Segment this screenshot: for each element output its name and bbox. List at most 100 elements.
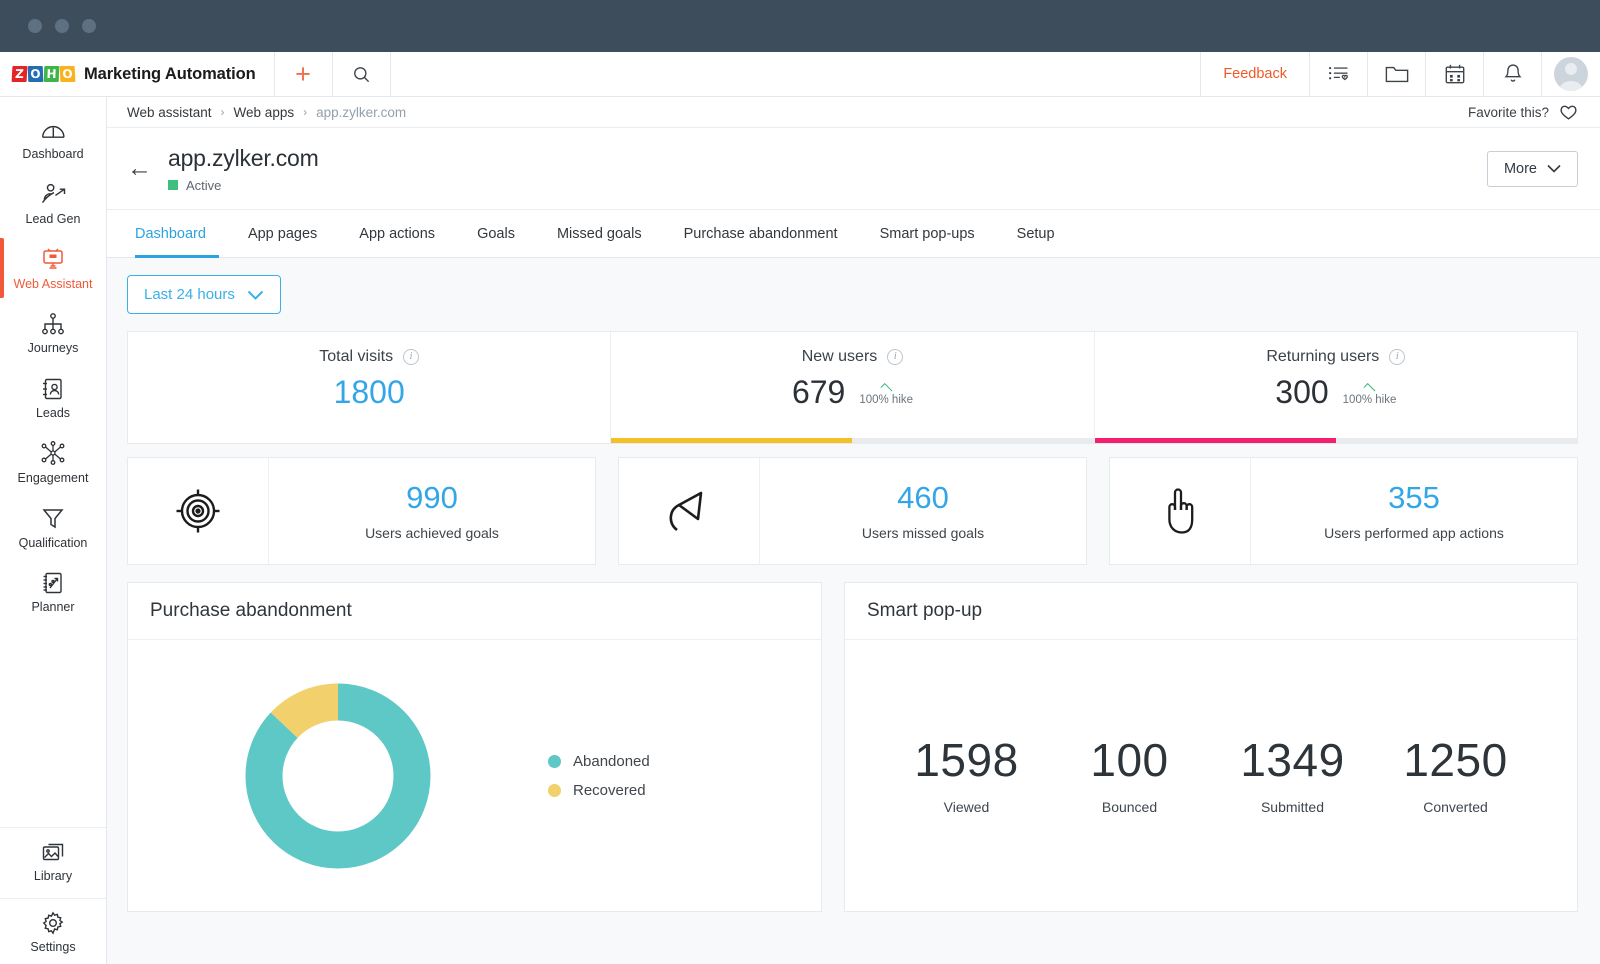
stat-value: 990 <box>406 481 458 515</box>
brand-logo[interactable]: Z O H O Marketing Automation <box>0 52 275 96</box>
kpi-header: New users i <box>802 348 904 366</box>
kpi-value: 1800 <box>334 376 405 408</box>
feedback-button[interactable]: Feedback <box>1201 52 1310 96</box>
pointing-hand-icon <box>1161 487 1199 535</box>
info-icon[interactable]: i <box>887 349 903 365</box>
page-header: ← app.zylker.com Active More <box>107 128 1600 210</box>
stat-label: Users missed goals <box>862 525 984 541</box>
sidebar-item-journeys[interactable]: Journeys <box>0 300 106 365</box>
metric-label: Bounced <box>1048 799 1211 815</box>
metric-viewed: 1598 Viewed <box>885 737 1048 815</box>
stat-card-users-performed-app-actions[interactable]: 355 Users performed app actions <box>1109 457 1578 565</box>
main-area: Web assistant › Web apps › app.zylker.co… <box>107 97 1600 964</box>
lead-gen-icon <box>4 181 102 208</box>
zoho-logo-letter-z: Z <box>12 66 28 82</box>
date-range-filter[interactable]: Last 24 hours <box>127 275 281 314</box>
tab-smart-pop-ups[interactable]: Smart pop-ups <box>859 210 996 257</box>
web-assistant-icon <box>4 246 102 273</box>
info-icon[interactable]: i <box>403 349 419 365</box>
search-button[interactable] <box>333 52 391 96</box>
back-button[interactable]: ← <box>127 156 168 181</box>
sidebar-item-planner[interactable]: Planner <box>0 559 106 624</box>
brand-name: Marketing Automation <box>84 65 256 84</box>
stat-body: 990 Users achieved goals <box>269 458 595 564</box>
panel-title: Smart pop-up <box>845 583 1577 640</box>
list-heart-button[interactable] <box>1310 52 1368 96</box>
target-icon <box>175 488 221 534</box>
sidebar-item-leads[interactable]: Leads <box>0 365 106 430</box>
tab-purchase-abandonment[interactable]: Purchase abandonment <box>663 210 859 257</box>
metric-label: Viewed <box>885 799 1048 815</box>
stat-icon-wrap <box>1110 458 1251 564</box>
stat-card-users-missed-goals[interactable]: 460 Users missed goals <box>618 457 1087 565</box>
legend-item-abandoned[interactable]: Abandoned <box>548 753 650 770</box>
images-icon <box>4 838 102 865</box>
breadcrumb-item-web-assistant[interactable]: Web assistant <box>127 105 212 120</box>
sidebar-item-label: Journeys <box>4 342 102 356</box>
app-shell: Dashboard Lead Gen <box>0 97 1600 964</box>
planner-icon <box>4 569 102 596</box>
gear-icon <box>4 909 102 936</box>
tab-goals[interactable]: Goals <box>456 210 536 257</box>
tab-missed-goals[interactable]: Missed goals <box>536 210 663 257</box>
stat-card-row: 990 Users achieved goals 460 Users misse… <box>127 457 1578 565</box>
kpi-value-row: 679 100% hike <box>792 376 913 408</box>
metric-value: 1250 <box>1374 737 1537 783</box>
sidebar-main-items: Dashboard Lead Gen <box>0 97 106 827</box>
window-dot-minimize[interactable] <box>55 19 69 33</box>
sidebar-item-label: Lead Gen <box>4 213 102 227</box>
kpi-progress-bar <box>1095 438 1577 443</box>
bottom-panel-row: Purchase abandonment <box>127 582 1578 912</box>
avatar <box>1554 57 1588 91</box>
notifications-button[interactable] <box>1484 52 1542 96</box>
sidebar-item-engagement[interactable]: Engagement <box>0 430 106 495</box>
stat-label: Users performed app actions <box>1324 525 1504 541</box>
panel-body: 1598 Viewed 100 Bounced 1349 Submitted <box>845 640 1577 911</box>
legend-item-recovered[interactable]: Recovered <box>548 782 650 799</box>
tab-setup[interactable]: Setup <box>996 210 1076 257</box>
add-new-button[interactable]: + <box>275 52 333 96</box>
metric-value: 1598 <box>885 737 1048 783</box>
sidebar-item-lead-gen[interactable]: Lead Gen <box>0 171 106 236</box>
info-icon[interactable]: i <box>1389 349 1405 365</box>
dashboard-content: Last 24 hours Total visits i 1800 New <box>107 258 1600 964</box>
metric-label: Converted <box>1374 799 1537 815</box>
primary-sidebar: Dashboard Lead Gen <box>0 97 107 964</box>
chevron-down-icon <box>247 290 264 300</box>
zoho-logo-letter-o1: O <box>28 66 44 82</box>
kpi-header: Returning users i <box>1266 348 1405 366</box>
kpi-value-row: 300 100% hike <box>1275 376 1396 408</box>
funnel-icon <box>4 505 102 532</box>
sidebar-item-qualification[interactable]: Qualification <box>0 495 106 560</box>
tab-app-actions[interactable]: App actions <box>338 210 456 257</box>
plus-icon: + <box>295 61 311 88</box>
folder-button[interactable] <box>1368 52 1426 96</box>
donut-chart-wrap <box>128 676 548 876</box>
tab-app-pages[interactable]: App pages <box>227 210 338 257</box>
sidebar-item-library[interactable]: Library <box>0 828 106 893</box>
stat-card-users-achieved-goals[interactable]: 990 Users achieved goals <box>127 457 596 565</box>
zoho-logo-letter-h: H <box>44 66 60 82</box>
purchase-abandonment-donut-chart[interactable] <box>238 676 438 876</box>
app-top-bar: Z O H O Marketing Automation + Feedback <box>0 52 1600 97</box>
favorite-this-button[interactable]: Favorite this? <box>1468 103 1578 121</box>
legend-label: Abandoned <box>573 753 650 770</box>
sidebar-item-dashboard[interactable]: Dashboard <box>0 106 106 171</box>
breadcrumb-item-web-apps[interactable]: Web apps <box>234 105 295 120</box>
sidebar-item-settings[interactable]: Settings <box>0 899 106 964</box>
zoho-logo-icon: Z O H O <box>12 66 75 82</box>
kpi-total-visits: Total visits i 1800 <box>128 332 610 443</box>
user-avatar-button[interactable] <box>1542 52 1600 96</box>
kpi-label: Returning users <box>1266 348 1379 366</box>
date-range-label: Last 24 hours <box>144 286 235 303</box>
tab-dashboard[interactable]: Dashboard <box>127 210 227 257</box>
sidebar-item-web-assistant[interactable]: Web Assistant <box>0 236 106 301</box>
kpi-value: 300 <box>1275 376 1328 408</box>
window-dot-maximize[interactable] <box>82 19 96 33</box>
window-dot-close[interactable] <box>28 19 42 33</box>
calendar-button[interactable] <box>1426 52 1484 96</box>
metric-value: 1349 <box>1211 737 1374 783</box>
more-button[interactable]: More <box>1487 151 1578 187</box>
sidebar-bottom-items: Library Settings <box>0 827 106 964</box>
sidebar-item-label: Qualification <box>4 537 102 551</box>
